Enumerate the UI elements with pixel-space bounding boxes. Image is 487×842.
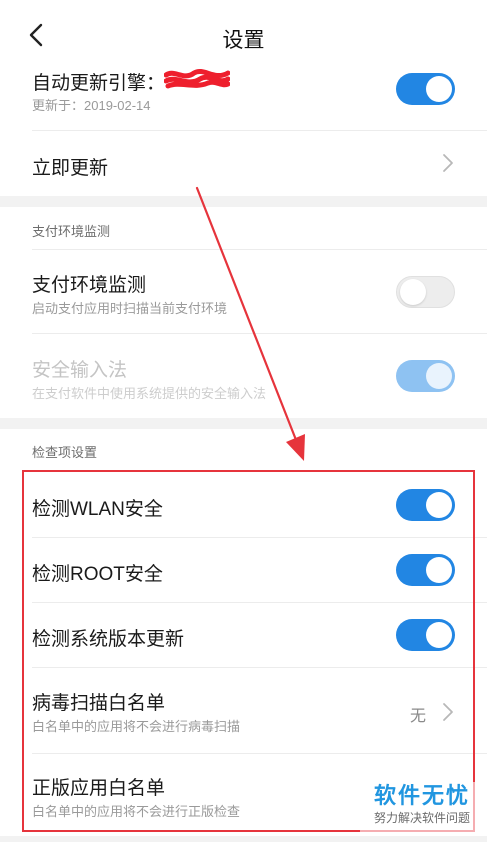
check-section-header: 检查项设置 [0,429,487,471]
payment-section-header: 支付环境监测 [0,207,487,249]
update-now-title: 立即更新 [32,158,109,179]
section-label: 检查项设置 [32,445,98,460]
secure-input-toggle[interactable] [396,360,455,392]
payment-monitor-title: 支付环境监测 [32,275,147,296]
update-now-row[interactable]: 立即更新 [0,131,487,196]
secure-input-subtitle: 在支付软件中使用系统提供的安全输入法 [32,386,267,401]
section-gap [0,418,487,429]
payment-monitor-subtitle: 启动支付应用时扫描当前支付环境 [32,301,228,316]
watermark-subtitle: 努力解决软件问题 [373,811,470,825]
auto-update-date: 更新于：2019-02-14 [32,98,151,113]
section-label: 支付环境监测 [32,224,111,239]
secure-input-title: 安全输入法 [32,360,128,381]
page-title: 设置 [222,29,265,52]
watermark-title: 软件无忧 [373,783,470,808]
redaction-scribble [164,69,230,89]
auto-update-row[interactable]: 自动更新引擎： 更新于：2019-02-14 [0,66,487,130]
annotation-highlight-box [22,470,475,832]
payment-monitor-toggle[interactable] [396,276,455,308]
auto-update-title: 自动更新引擎： [32,73,166,94]
header: 设置 [0,0,487,66]
toggle-knob [426,76,452,102]
watermark-logo: 软件无忧 努力解决软件问题 [360,782,484,834]
bottom-strip [0,836,487,842]
auto-update-toggle[interactable] [396,73,455,105]
chevron-right-icon [443,154,453,172]
secure-input-row[interactable]: 安全输入法 在支付软件中使用系统提供的安全输入法 [0,334,487,418]
toggle-knob [400,279,426,305]
toggle-knob [426,363,452,389]
section-gap [0,196,487,207]
payment-monitor-row[interactable]: 支付环境监测 启动支付应用时扫描当前支付环境 [0,250,487,333]
